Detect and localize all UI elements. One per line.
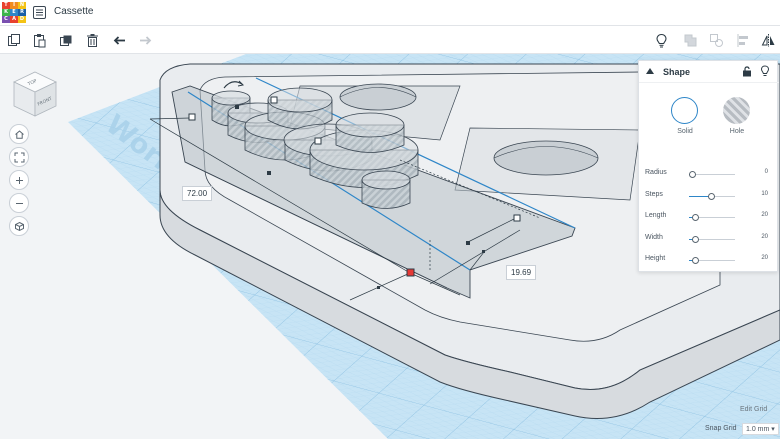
shape-panel-header: Shape bbox=[639, 61, 779, 83]
mirror-button[interactable] bbox=[759, 31, 777, 49]
logo-letter: A bbox=[10, 16, 18, 23]
duplicate-button[interactable] bbox=[57, 31, 75, 49]
fit-view-button[interactable] bbox=[9, 147, 29, 167]
steps-property: Steps 10 bbox=[639, 191, 779, 203]
collapse-panel-icon[interactable] bbox=[646, 68, 654, 74]
radius-label: Radius bbox=[645, 169, 667, 176]
logo-letter: I bbox=[10, 2, 18, 9]
tinkercad-app: TIN KER CAD Cassette 72.00 19.69 TOP FRONT… bbox=[0, 0, 780, 439]
solid-label: Solid bbox=[677, 128, 693, 135]
chevron-down-icon: ▾ bbox=[771, 426, 775, 433]
logo-letter: R bbox=[18, 9, 26, 16]
delete-button[interactable] bbox=[83, 31, 101, 49]
tinkercad-logo[interactable]: TIN KER CAD bbox=[2, 2, 26, 24]
trash-icon bbox=[86, 33, 98, 47]
height-label: Height bbox=[645, 255, 666, 262]
length-property: Length 20 bbox=[639, 212, 779, 224]
ungroup-button[interactable] bbox=[707, 31, 725, 49]
hole-option-button[interactable] bbox=[723, 97, 750, 124]
duplicate-icon bbox=[59, 35, 71, 46]
logo-letter: K bbox=[2, 9, 10, 16]
width-label: Width bbox=[645, 234, 663, 241]
copy-button[interactable] bbox=[5, 31, 23, 49]
steps-label: Steps bbox=[645, 191, 663, 198]
view-cube[interactable]: TOP FRONT bbox=[12, 70, 58, 118]
logo-letter: N bbox=[18, 2, 26, 9]
paste-button[interactable] bbox=[30, 31, 48, 49]
redo-button[interactable] bbox=[136, 31, 154, 49]
design-list-icon[interactable] bbox=[33, 6, 46, 19]
width-property: Width 20 bbox=[639, 234, 779, 246]
fit-icon bbox=[14, 152, 24, 162]
width-dimension-label[interactable]: 19.69 bbox=[506, 265, 537, 280]
logo-letter: D bbox=[18, 16, 26, 23]
notes-button[interactable] bbox=[652, 31, 670, 49]
snap-grid-value: 1.0 mm bbox=[746, 426, 770, 433]
height-slider[interactable] bbox=[689, 257, 735, 264]
edit-grid-button[interactable]: Edit Grid bbox=[740, 406, 767, 413]
top-bar: TIN KER CAD Cassette bbox=[0, 0, 780, 26]
hole-label: Hole bbox=[729, 128, 745, 135]
logo-letter: E bbox=[10, 9, 18, 16]
paste-icon bbox=[33, 33, 45, 47]
length-value-input[interactable]: 20 bbox=[761, 212, 768, 218]
zoom-in-button[interactable] bbox=[9, 170, 29, 190]
zoom-out-button[interactable] bbox=[9, 193, 29, 213]
zoom-in-icon bbox=[15, 176, 23, 184]
home-icon bbox=[14, 129, 24, 139]
snap-grid-label: Snap Grid bbox=[705, 425, 737, 432]
length-label: Length bbox=[645, 212, 667, 219]
length-slider[interactable] bbox=[689, 214, 735, 221]
document-title[interactable]: Cassette bbox=[54, 6, 93, 17]
copy-icon bbox=[7, 33, 20, 46]
redo-icon bbox=[139, 35, 151, 45]
height-property: Height 20 bbox=[639, 255, 779, 267]
radius-value-input[interactable]: 0 bbox=[765, 169, 768, 175]
visibility-bulb-icon[interactable] bbox=[760, 65, 770, 78]
solid-option-button[interactable] bbox=[671, 97, 698, 124]
width-value-input[interactable]: 20 bbox=[761, 234, 768, 240]
steps-value-input[interactable]: 10 bbox=[761, 191, 768, 197]
snap-grid-select[interactable]: 1.0 mm ▾ bbox=[742, 423, 779, 435]
logo-letter: C bbox=[2, 16, 10, 23]
reel-hole-right bbox=[493, 140, 599, 176]
group-icon bbox=[684, 34, 696, 46]
mirror-icon bbox=[761, 33, 774, 47]
length-dimension-label[interactable]: 72.00 bbox=[182, 186, 213, 201]
width-slider-knob[interactable] bbox=[692, 236, 699, 243]
radius-slider[interactable] bbox=[689, 171, 735, 178]
logo-letter: T bbox=[2, 2, 10, 9]
height-value-input[interactable]: 20 bbox=[761, 255, 768, 261]
edit-toolbar bbox=[0, 26, 780, 54]
lock-icon[interactable] bbox=[742, 66, 752, 77]
reel-hole-left bbox=[339, 83, 417, 111]
undo-button[interactable] bbox=[110, 31, 128, 49]
lightbulb-icon bbox=[655, 33, 667, 47]
length-slider-knob[interactable] bbox=[692, 214, 699, 221]
radius-slider-knob[interactable] bbox=[689, 171, 696, 178]
perspective-icon bbox=[14, 221, 24, 231]
shape-panel: Shape Solid Hole Radius 0 Steps 10 Length 20 W… bbox=[638, 60, 779, 272]
steps-slider-knob[interactable] bbox=[708, 193, 715, 200]
perspective-button[interactable] bbox=[9, 216, 29, 236]
radius-property: Radius 0 bbox=[639, 169, 779, 181]
zoom-out-icon bbox=[15, 202, 23, 204]
ungroup-icon bbox=[709, 33, 723, 47]
group-button[interactable] bbox=[681, 31, 699, 49]
shape-panel-title: Shape bbox=[663, 67, 691, 77]
undo-icon bbox=[113, 35, 125, 45]
width-slider[interactable] bbox=[689, 236, 735, 243]
height-slider-knob[interactable] bbox=[692, 257, 699, 264]
align-icon bbox=[737, 33, 748, 47]
steps-slider[interactable] bbox=[689, 193, 735, 200]
align-button[interactable] bbox=[734, 31, 752, 49]
home-view-button[interactable] bbox=[9, 124, 29, 144]
